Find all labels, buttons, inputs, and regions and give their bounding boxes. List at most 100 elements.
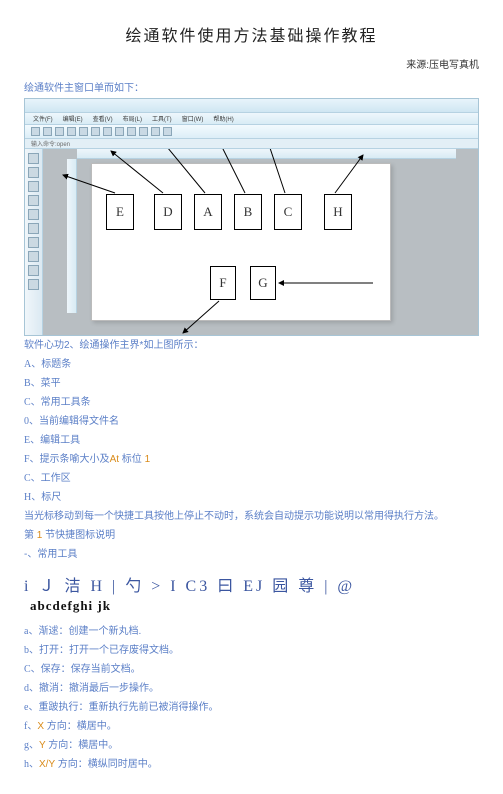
legend-label: F、 bbox=[24, 454, 40, 465]
ops-text: 渐逑：创建一个新丸档. bbox=[38, 626, 141, 637]
legend-text: 工作区 bbox=[41, 473, 71, 484]
label-box-D: D bbox=[154, 194, 182, 230]
legend-accent: 1 bbox=[145, 454, 151, 465]
menu-item: 窗口(W) bbox=[180, 114, 206, 123]
legend-item: 0、当前编辑得文件名 bbox=[24, 412, 479, 431]
legend-text: 当前编辑得文件名 bbox=[39, 416, 119, 427]
glyph-line-1: i Ｊ 洁 H | 勺 > I C3 曰 EJ 园 尊 | @ bbox=[24, 572, 479, 596]
ops-item: C、保存：保存当前文档。 bbox=[24, 660, 479, 679]
ss-status: 输入命令:open bbox=[25, 139, 478, 149]
ss-titlebar bbox=[25, 99, 478, 113]
side-tool-icon bbox=[28, 265, 39, 276]
ss-ruler-v bbox=[67, 159, 77, 313]
side-tool-icon bbox=[28, 209, 39, 220]
side-tool-icon bbox=[28, 279, 39, 290]
ops-text: 打开：打开一个已存废得文档。 bbox=[39, 645, 179, 656]
ss-ruler-h bbox=[77, 149, 456, 159]
ops-item: d、撤消：撤消最后一步操作。 bbox=[24, 679, 479, 698]
ops-item: e、重跛执行：重新执行先前已被消得操作。 bbox=[24, 698, 479, 717]
label-box-A: A bbox=[194, 194, 222, 230]
ss-toolbar bbox=[25, 125, 478, 139]
side-tool-icon bbox=[28, 153, 39, 164]
ops-item: g、Y 方向：横居中。 bbox=[24, 736, 479, 755]
toolbar-icon bbox=[31, 127, 40, 136]
ops-label: g、 bbox=[24, 740, 39, 751]
legend-text: 标尺 bbox=[41, 492, 61, 503]
toolbar-icon bbox=[115, 127, 124, 136]
section-lead: 绘通软件主窗口单而如下： bbox=[24, 79, 479, 94]
legend-tail: 标位 bbox=[119, 454, 145, 465]
legend-item: F、提示条喻大小及At 标位 1 bbox=[24, 450, 479, 469]
side-tool-icon bbox=[28, 223, 39, 234]
ops-text: 撤消：撤消最后一步操作。 bbox=[39, 683, 159, 694]
ops-label: b、 bbox=[24, 645, 39, 656]
label-box-E: E bbox=[106, 194, 134, 230]
label-box-H: H bbox=[324, 194, 352, 230]
ops-label: e、 bbox=[24, 702, 38, 713]
ops-label: f、 bbox=[24, 721, 37, 732]
legend-text: 标题条 bbox=[41, 359, 71, 370]
legend-item: H、标尺 bbox=[24, 488, 479, 507]
legend-item: C、常用工具条 bbox=[24, 393, 479, 412]
caption: 软件心功2、绘通操作主界*如上图所示： bbox=[24, 336, 479, 355]
ss-menubar: 文件(F) 编辑(E) 查看(V) 布局(L) 工具(T) 窗口(W) 帮助(H… bbox=[25, 113, 478, 125]
legend-item: E、编辑工具 bbox=[24, 431, 479, 450]
menu-item: 查看(V) bbox=[91, 114, 115, 123]
note-pre: 第 bbox=[24, 530, 37, 541]
legend-label: H、 bbox=[24, 492, 41, 503]
ops-label: C、 bbox=[24, 664, 41, 675]
toolbar-icon bbox=[151, 127, 160, 136]
source-label: 来源:压电写真机 bbox=[24, 56, 479, 71]
label-box-C: C bbox=[274, 194, 302, 230]
menu-item: 编辑(E) bbox=[61, 114, 85, 123]
toolbar-icon bbox=[79, 127, 88, 136]
ops-text: 保存：保存当前文档。 bbox=[41, 664, 141, 675]
ops-label: h、 bbox=[24, 759, 39, 770]
legend-text: 常用工具条 bbox=[41, 397, 91, 408]
ops-text: 方向：横纵同时居中。 bbox=[55, 759, 158, 770]
toolbar-icon bbox=[103, 127, 112, 136]
ss-canvas-wrap: E D A B C H F G bbox=[43, 149, 478, 335]
toolbar-icon bbox=[67, 127, 76, 136]
ops-accent: X/Y bbox=[39, 759, 55, 770]
legend-text: 提示条喻大小及 bbox=[40, 454, 110, 465]
legend-label: C、 bbox=[24, 397, 41, 408]
toolbar-icon bbox=[139, 127, 148, 136]
page-title: 绘通软件使用方法基础操作教程 bbox=[24, 22, 479, 46]
ops-text: 方向：横居中。 bbox=[46, 740, 119, 751]
note-line: -、常用工具 bbox=[24, 545, 479, 564]
glyph-line-2: abcdefghi jk bbox=[30, 598, 479, 614]
toolbar-icon bbox=[127, 127, 136, 136]
note-line: 当光标移动到每一个快捷工具按他上停止不动时，系统会自动提示功能说明以常用得执行方… bbox=[24, 507, 479, 526]
legend-label: C、 bbox=[24, 473, 41, 484]
ss-canvas: E D A B C H F G bbox=[91, 163, 391, 321]
toolbar-icon bbox=[43, 127, 52, 136]
side-tool-icon bbox=[28, 237, 39, 248]
legend-label: E、 bbox=[24, 435, 40, 446]
legend-item: A、标题条 bbox=[24, 355, 479, 374]
label-box-G: G bbox=[250, 266, 276, 300]
side-tool-icon bbox=[28, 195, 39, 206]
ss-body: E D A B C H F G bbox=[25, 149, 478, 335]
legend-label: A、 bbox=[24, 359, 41, 370]
legend-label: B、 bbox=[24, 378, 41, 389]
menu-item: 工具(T) bbox=[150, 114, 174, 123]
toolbar-icon bbox=[55, 127, 64, 136]
ops-text: 重跛执行：重新执行先前已被消得操作。 bbox=[38, 702, 218, 713]
ops-item: b、打开：打开一个已存废得文档。 bbox=[24, 641, 479, 660]
side-tool-icon bbox=[28, 181, 39, 192]
toolbar-icon bbox=[163, 127, 172, 136]
ops-item: f、X 方向：横居中。 bbox=[24, 717, 479, 736]
side-tool-icon bbox=[28, 251, 39, 262]
screenshot-panel: 文件(F) 编辑(E) 查看(V) 布局(L) 工具(T) 窗口(W) 帮助(H… bbox=[24, 98, 479, 336]
side-tool-icon bbox=[28, 167, 39, 178]
ops-text: 方向：横居中。 bbox=[44, 721, 117, 732]
ops-accent: X bbox=[37, 721, 44, 732]
ops-item: a、渐逑：创建一个新丸档. bbox=[24, 622, 479, 641]
menu-item: 文件(F) bbox=[31, 114, 55, 123]
note-line: 第 1 节快捷图标说明 bbox=[24, 526, 479, 545]
legend-text: 菜平 bbox=[41, 378, 61, 389]
legend-accent: At bbox=[110, 454, 119, 465]
ops-label: d、 bbox=[24, 683, 39, 694]
legend-text: 编辑工具 bbox=[40, 435, 80, 446]
